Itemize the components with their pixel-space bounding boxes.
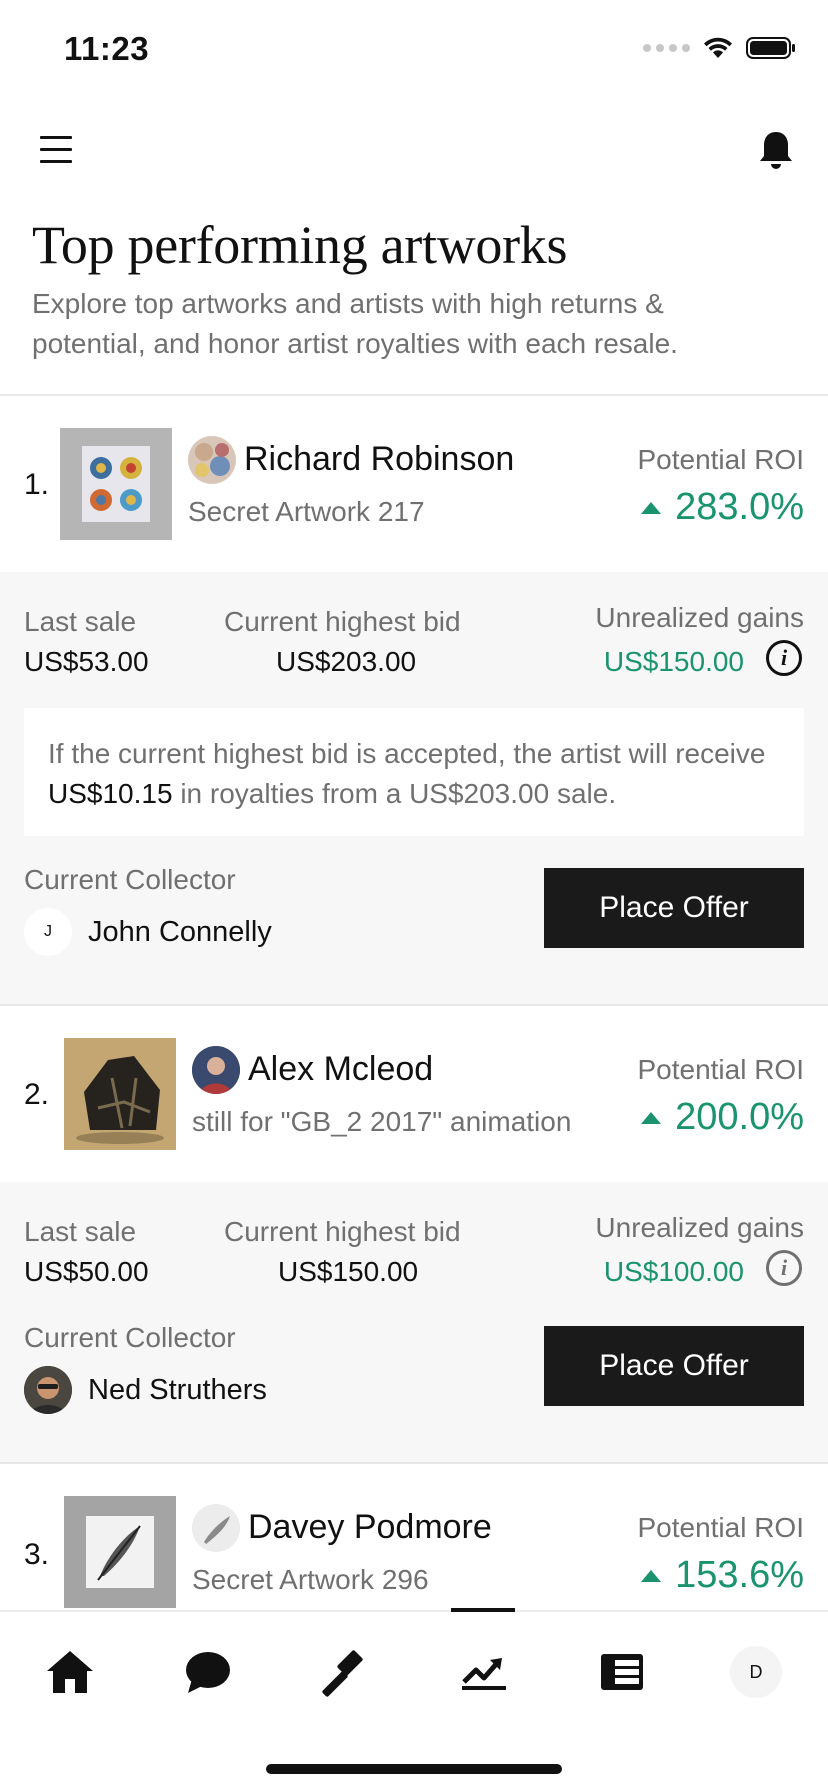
- royalty-text: If the current highest bid is accepted, …: [48, 738, 766, 769]
- rank-number: 2.: [24, 1078, 50, 1111]
- royalty-amount: US$10.15: [48, 778, 173, 809]
- last-sale-value: US$50.00: [24, 1256, 149, 1287]
- roi-percent: 200.0%: [675, 1096, 804, 1138]
- artist-name[interactable]: Richard Robinson: [244, 440, 514, 479]
- home-indicator: [266, 1764, 562, 1774]
- artist-name[interactable]: Alex Mcleod: [248, 1050, 433, 1089]
- roi-value: 153.6%: [641, 1554, 804, 1597]
- status-indicators: [643, 36, 796, 60]
- auction-gavel-icon[interactable]: [318, 1644, 374, 1700]
- artwork-title: Secret Artwork 296: [192, 1564, 429, 1595]
- collector-label: Current Collector: [24, 1322, 236, 1353]
- last-sale-label: Last sale: [24, 1216, 137, 1247]
- unrealized-gains-value: US$100.00: [603, 1256, 744, 1287]
- active-tab-indicator: [451, 1608, 515, 1612]
- roi-percent: 283.0%: [675, 486, 804, 528]
- rank-number: 1.: [24, 468, 50, 501]
- page-subtitle: Explore top artworks and artists with hi…: [32, 288, 678, 359]
- highest-bid-label: Current highest bid: [224, 1216, 461, 1247]
- wifi-icon: [704, 37, 732, 58]
- roi-percent: 153.6%: [675, 1554, 804, 1596]
- artwork-thumbnail[interactable]: [64, 1496, 176, 1608]
- artist-name[interactable]: Davey Podmore: [248, 1508, 492, 1547]
- status-bar: 11:23: [0, 0, 828, 100]
- collector-name[interactable]: Ned Struthers: [88, 1374, 267, 1407]
- collector-avatar: J: [24, 908, 72, 956]
- unrealized-gains-label: Unrealized gains: [595, 1212, 804, 1243]
- last-sale-label: Last sale: [24, 606, 137, 637]
- artwork-title: Secret Artwork 217: [188, 496, 425, 527]
- signal-icon: [643, 44, 690, 52]
- trending-icon[interactable]: [456, 1644, 512, 1700]
- battery-icon: [746, 37, 795, 59]
- info-icon[interactable]: i: [766, 640, 802, 676]
- roi-value: 200.0%: [641, 1096, 804, 1139]
- artist-avatar: [188, 436, 236, 484]
- roi-label: Potential ROI: [637, 1054, 804, 1085]
- collector-label: Current Collector: [24, 864, 236, 895]
- page-title: Top performing artworks: [32, 215, 568, 275]
- roi-label: Potential ROI: [637, 1512, 804, 1543]
- highest-bid-value: US$150.00: [278, 1256, 419, 1287]
- place-offer-button[interactable]: Place Offer: [544, 1326, 804, 1406]
- artwork-row[interactable]: 1. Richard Robinson Secret Artwork 217 P…: [0, 396, 828, 572]
- artwork-row[interactable]: 2. Alex Mcleod still for "GB_2 2017" ani…: [0, 1006, 828, 1182]
- info-icon[interactable]: i: [766, 1250, 802, 1286]
- arrow-up-icon: [641, 501, 662, 514]
- unrealized-gains-label: Unrealized gains: [595, 602, 804, 633]
- highest-bid-value: US$203.00: [276, 646, 417, 677]
- collector-avatar: [24, 1366, 72, 1414]
- collector-name[interactable]: John Connelly: [88, 916, 272, 949]
- royalty-note: If the current highest bid is accepted, …: [24, 708, 804, 836]
- royalty-text: in royalties from a US$203.00 sale.: [172, 778, 617, 809]
- arrow-up-icon: [641, 1111, 662, 1124]
- rank-number: 3.: [24, 1538, 50, 1571]
- menu-icon[interactable]: [40, 136, 72, 166]
- notification-bell-icon[interactable]: [756, 128, 796, 172]
- place-offer-button[interactable]: Place Offer: [544, 868, 804, 948]
- status-time: 11:23: [64, 30, 150, 67]
- top-bar: [0, 120, 828, 184]
- artwork-detail-panel: Last sale US$50.00 Current highest bid U…: [0, 1182, 828, 1462]
- artist-avatar: [192, 1046, 240, 1094]
- artwork-thumbnail[interactable]: [60, 428, 172, 540]
- artwork-thumbnail[interactable]: [64, 1038, 176, 1150]
- artwork-detail-panel: Last sale US$53.00 Current highest bid U…: [0, 572, 828, 1004]
- chat-icon[interactable]: [180, 1644, 236, 1700]
- highest-bid-label: Current highest bid: [224, 606, 461, 637]
- artist-avatar: [192, 1504, 240, 1552]
- unrealized-gains-value: US$150.00: [603, 646, 744, 677]
- last-sale-value: US$53.00: [24, 646, 149, 677]
- list-icon[interactable]: [594, 1644, 650, 1700]
- home-icon[interactable]: [42, 1644, 98, 1700]
- roi-value: 283.0%: [641, 486, 804, 529]
- artwork-title: still for "GB_2 2017" animation: [192, 1106, 572, 1137]
- profile-avatar[interactable]: D: [730, 1646, 782, 1698]
- roi-label: Potential ROI: [637, 444, 804, 475]
- arrow-up-icon: [641, 1569, 662, 1582]
